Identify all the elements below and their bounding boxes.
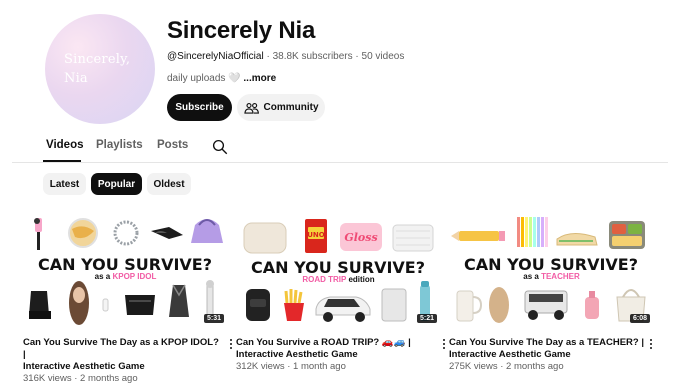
thumb-subtitle: as a TEACHER — [449, 272, 654, 281]
thumb-sub-prefix: as a — [523, 272, 539, 281]
video-meta: 312K views · 1 month ago — [236, 361, 441, 373]
video-card[interactable]: CAN YOU SURVIVE? as a KPOP IDOL 5:31 Can… — [23, 211, 233, 383]
video-title-line2: Interactive Aesthetic Game — [23, 361, 145, 372]
thumbnail-illustration: CAN YOU SURVIVE? — [29, 218, 223, 325]
chip-oldest[interactable]: Oldest — [147, 173, 191, 195]
video-title-line1: Can You Survive The Day as a KPOP IDOL? … — [23, 337, 219, 360]
video-duration: 5:31 — [203, 314, 224, 323]
thumbnail-illustration: UNO Gloss CAN YOU SURVIVE? — [243, 219, 434, 322]
meta-separator: · — [287, 361, 291, 372]
channel-meta: @SincerelyNiaOfficial · 38.8K subscriber… — [167, 51, 404, 62]
video-title[interactable]: Can You Survive a ROAD TRIP? 🚗🚙 | Intera… — [236, 337, 434, 361]
video-thumbnail[interactable]: CAN YOU SURVIVE? as a KPOP IDOL 5:31 — [23, 211, 228, 327]
video-thumbnail[interactable]: UNO Gloss CAN YOU SURVIVE? ROAD TRIP edi… — [236, 211, 441, 327]
video-age: 2 months ago — [80, 373, 138, 383]
view-count: 312K views — [236, 361, 285, 372]
channel-description[interactable]: daily uploads 🤍 ...more — [167, 73, 276, 84]
community-label: Community — [263, 102, 319, 113]
meta-separator: · — [355, 51, 359, 62]
channel-handle[interactable]: @SincerelyNiaOfficial — [167, 51, 264, 62]
tabs-divider — [12, 162, 668, 163]
thumbnail-illustration: CAN YOU SURVIVE? — [451, 217, 646, 323]
tab-posts[interactable]: Posts — [157, 139, 188, 151]
meta-separator: · — [500, 361, 504, 372]
thumb-sub-highlight: TEACHER — [541, 272, 580, 281]
video-count: 50 videos — [361, 51, 405, 62]
more-link[interactable]: ...more — [243, 73, 276, 84]
video-duration: 6:08 — [629, 314, 650, 323]
video-title[interactable]: Can You Survive The Day as a KPOP IDOL? … — [23, 337, 221, 373]
meta-separator: · — [266, 51, 270, 62]
more-actions-icon[interactable] — [226, 337, 236, 351]
view-count: 316K views — [23, 373, 72, 383]
description-text: daily uploads — [167, 73, 226, 84]
uno-text: UNO — [307, 231, 325, 239]
thumb-subtitle: ROAD TRIP edition — [236, 275, 441, 284]
video-title[interactable]: Can You Survive The Day as a TEACHER? | … — [449, 337, 647, 361]
chip-popular[interactable]: Popular — [91, 173, 142, 195]
community-icon — [243, 102, 259, 114]
channel-avatar[interactable]: Sincerely, Nia — [45, 14, 155, 124]
video-title-line1: Can You Survive The Day as a TEACHER? | — [449, 337, 645, 348]
community-button[interactable]: Community — [237, 94, 325, 121]
more-actions-icon[interactable] — [646, 337, 656, 351]
thumb-sub-prefix: as a — [94, 272, 111, 281]
video-title-line2: Interactive Aesthetic Game — [449, 349, 571, 360]
white-heart-icon: 🤍 — [228, 73, 241, 84]
chip-latest[interactable]: Latest — [43, 173, 86, 195]
video-title-line2: Interactive Aesthetic Game — [236, 349, 358, 360]
thumb-subtitle: as a KPOP IDOL — [23, 272, 228, 281]
video-card[interactable]: CAN YOU SURVIVE? as a TEACHER 6:08 Can Y… — [449, 211, 654, 373]
thumb-sub-highlight: ROAD TRIP — [302, 275, 347, 284]
gloss-text: Gloss — [344, 231, 377, 244]
more-actions-icon[interactable] — [439, 337, 449, 351]
video-duration: 5:21 — [416, 314, 437, 323]
video-meta: 316K views · 2 months ago — [23, 373, 228, 383]
thumb-sub-highlight: KPOP IDOL — [112, 272, 157, 281]
avatar-text-line2: Nia — [64, 71, 88, 86]
channel-name: Sincerely Nia — [167, 17, 316, 44]
video-card[interactable]: UNO Gloss CAN YOU SURVIVE? ROAD TRIP edi… — [236, 211, 446, 373]
video-thumbnail[interactable]: CAN YOU SURVIVE? as a TEACHER 6:08 — [449, 211, 654, 327]
video-age: 1 month ago — [293, 361, 346, 372]
video-meta: 275K views · 2 months ago — [449, 361, 654, 373]
video-title-line1: Can You Survive a ROAD TRIP? 🚗🚙 | — [236, 337, 411, 348]
thumb-sub-suffix: edition — [348, 275, 375, 284]
subscribe-button[interactable]: Subscribe — [167, 94, 232, 121]
video-age: 2 months ago — [506, 361, 564, 372]
meta-separator: · — [74, 373, 78, 383]
tab-playlists[interactable]: Playlists — [96, 139, 143, 151]
search-icon[interactable] — [211, 138, 229, 156]
avatar-text-line1: Sincerely, — [64, 52, 131, 67]
view-count: 275K views — [449, 361, 498, 372]
tab-videos[interactable]: Videos — [46, 139, 84, 151]
channel-tabs: Videos Playlists Posts — [0, 133, 680, 163]
subscriber-count: 38.8K subscribers — [272, 51, 353, 62]
